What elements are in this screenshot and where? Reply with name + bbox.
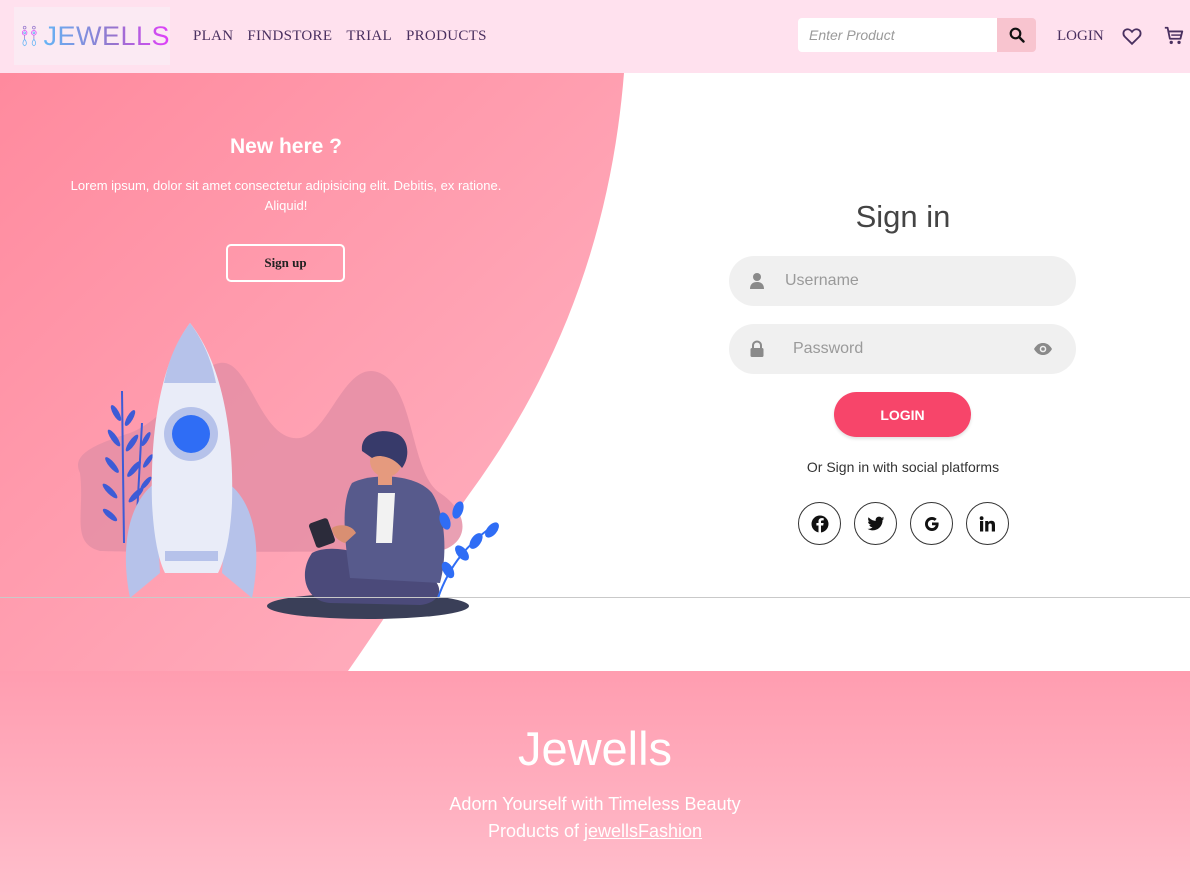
header-login-link[interactable]: LOGIN (1057, 28, 1104, 45)
auth-panel: New here ? Lorem ipsum, dolor sit amet c… (0, 73, 1190, 671)
heart-icon (1122, 28, 1142, 46)
footer-credit-link[interactable]: jewellsFashion (584, 821, 702, 841)
signin-title: Sign in (855, 199, 951, 234)
username-input[interactable] (785, 256, 1055, 306)
cart-icon (1164, 26, 1184, 45)
facebook-icon (811, 515, 828, 533)
cart-button[interactable] (1163, 25, 1185, 52)
username-field (729, 256, 1076, 306)
signup-button[interactable]: Sign up (226, 244, 345, 282)
nav-findstore[interactable]: FINDSTORE (247, 28, 332, 45)
horizontal-divider (0, 597, 1190, 598)
linkedin-icon (979, 515, 995, 531)
site-footer: Jewells Adorn Yourself with Timeless Bea… (0, 671, 1190, 895)
google-icon (924, 516, 939, 531)
brand-name: JEWELLS (43, 20, 170, 51)
login-button[interactable]: LOGIN (834, 392, 971, 437)
nav-plan[interactable]: PLAN (193, 28, 233, 45)
facebook-button[interactable] (798, 502, 841, 545)
twitter-icon (866, 516, 884, 530)
user-icon (729, 272, 785, 290)
twitter-button[interactable] (854, 502, 897, 545)
social-login-text: Or Sign in with social platforms (806, 459, 1000, 475)
welcome-text: Lorem ipsum, dolor sit amet consectetur … (70, 178, 502, 213)
nav-products[interactable]: PRODUCTS (406, 28, 487, 45)
welcome-title: New here ? (229, 135, 343, 158)
eye-icon[interactable] (1033, 342, 1053, 356)
footer-tagline: Adorn Yourself with Timeless Beauty (449, 794, 741, 814)
linkedin-button[interactable] (966, 502, 1009, 545)
wishlist-button[interactable] (1121, 25, 1143, 52)
social-buttons (798, 502, 1009, 545)
footer-credit: Products of jewellsFashion (0, 821, 1190, 842)
nav-trial[interactable]: TRIAL (346, 28, 392, 45)
product-search (798, 18, 1036, 52)
site-header: JEWELLS PLAN FINDSTORE TRIAL PRODUCTS LO… (0, 0, 1190, 73)
lock-icon (729, 340, 785, 358)
footer-credit-prefix: Products of (487, 821, 584, 841)
main-nav: PLAN FINDSTORE TRIAL PRODUCTS (193, 28, 487, 45)
brand-logo[interactable]: JEWELLS (14, 7, 170, 65)
footer-brand: Jewells (517, 722, 673, 775)
search-button[interactable] (997, 18, 1036, 52)
welcome-panel: New here ? Lorem ipsum, dolor sit amet c… (70, 135, 502, 216)
password-field (729, 324, 1076, 374)
search-input[interactable] (798, 18, 997, 52)
search-icon (1009, 27, 1025, 43)
google-button[interactable] (910, 502, 953, 545)
password-input[interactable] (785, 324, 1025, 374)
earring-logo-icon (21, 25, 37, 47)
